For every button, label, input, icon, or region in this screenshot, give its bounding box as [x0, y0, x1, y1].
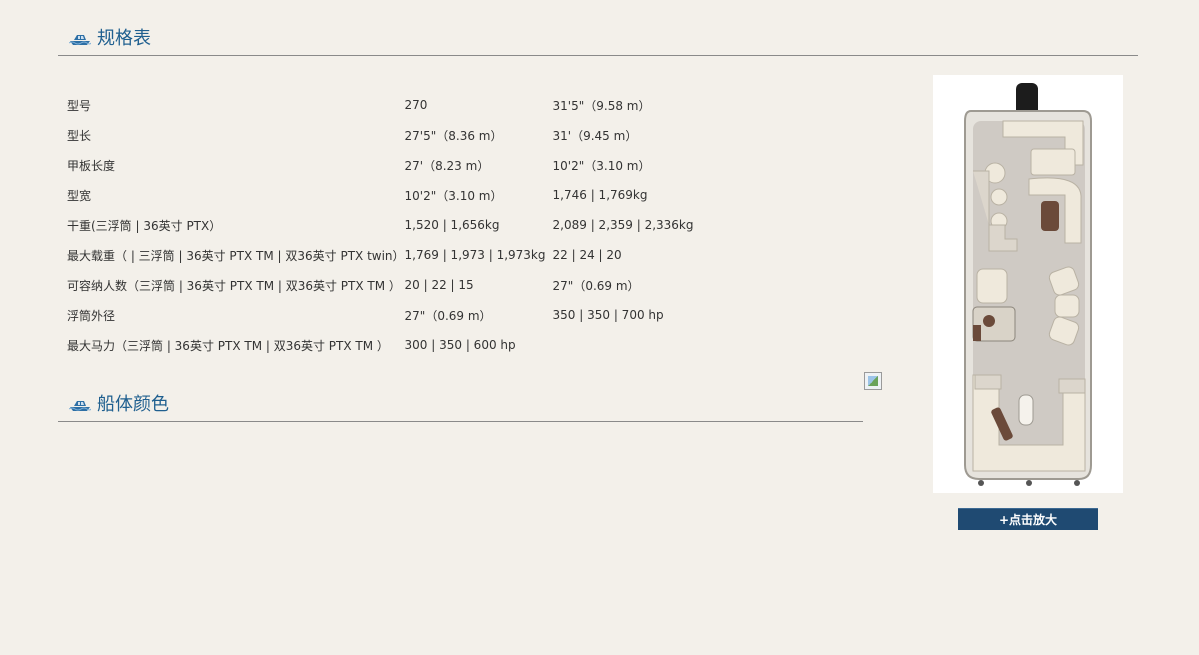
spec-value-b [553, 330, 753, 360]
spec-value-a: 1,769 | 1,973 | 1,973kg [404, 248, 546, 262]
table-row: 型宽 10'2"（3.10 m） 1,746 | 1,769kg [67, 180, 753, 210]
colors-title: 船体颜色 [97, 393, 169, 415]
spec-value-b: 31'5"（9.58 m） [552, 98, 651, 113]
specs-section-header: 规格表 [58, 22, 1138, 56]
spec-value-a: 1,520 | 1,656kg [404, 218, 500, 232]
spec-label: 甲板长度 [67, 158, 116, 173]
table-row: 干重(三浮筒 | 36英寸 PTX） 1,520 | 1,656kg 2,089… [67, 210, 753, 240]
spec-value-b: 27"（0.69 m） [552, 278, 640, 293]
table-row: 甲板长度 27'（8.23 m） 10'2"（3.10 m） [67, 150, 753, 180]
spec-value-b: 350 | 350 | 700 hp [552, 308, 664, 322]
table-row: 最大载重（ | 三浮筒 | 36英寸 PTX TM | 双36英寸 PTX tw… [67, 240, 753, 270]
spec-value-a: 27'5"（8.36 m） [404, 128, 503, 143]
spec-value-b: 31'（9.45 m） [552, 128, 638, 143]
spec-label: 型号 [67, 98, 92, 113]
spec-label: 型宽 [67, 188, 92, 203]
spec-label: 可容纳人数（三浮筒 | 36英寸 PTX TM | 双36英寸 PTX TM ） [67, 278, 401, 293]
spec-value-a: 20 | 22 | 15 [404, 278, 474, 292]
spec-value-b: 10'2"（3.10 m） [552, 158, 651, 173]
colors-section-header: 船体颜色 [58, 388, 863, 422]
table-row: 浮筒外径 27"（0.69 m） 350 | 350 | 700 hp [67, 300, 753, 330]
spec-label: 最大载重（ | 三浮筒 | 36英寸 PTX TM | 双36英寸 PTX tw… [67, 248, 405, 263]
spec-value-a: 10'2"（3.10 m） [404, 188, 503, 203]
table-row: 型长 27'5"（8.36 m） 31'（9.45 m） [67, 120, 753, 150]
zoom-button[interactable]: +点击放大 [958, 508, 1098, 530]
spec-value-b: 22 | 24 | 20 [552, 248, 622, 262]
spec-label: 型长 [67, 128, 92, 143]
spec-value-b: 1,746 | 1,769kg [552, 188, 648, 202]
boat-icon [69, 34, 91, 45]
table-row: 最大马力（三浮筒 | 36英寸 PTX TM | 双36英寸 PTX TM ） … [67, 330, 753, 360]
table-row: 可容纳人数（三浮筒 | 36英寸 PTX TM | 双36英寸 PTX TM ）… [67, 270, 753, 300]
spec-label: 浮筒外径 [67, 308, 116, 323]
boat-icon [69, 400, 91, 411]
spec-value-a: 27'（8.23 m） [404, 158, 490, 173]
spec-value-a: 27"（0.69 m） [404, 308, 492, 323]
table-row: 型号 270 31'5"（9.58 m） [67, 90, 753, 120]
specs-title: 规格表 [97, 27, 151, 49]
spec-value-a: 270 [404, 98, 428, 112]
spec-label: 干重(三浮筒 | 36英寸 PTX） [67, 218, 222, 233]
specs-table: 型号 270 31'5"（9.58 m） 型长 27'5"（8.36 m） 31… [67, 90, 753, 360]
broken-image-icon [864, 372, 882, 390]
spec-value-a: 300 | 350 | 600 hp [404, 338, 516, 352]
boat-floorplan-icon [964, 83, 1092, 486]
boat-layout-image[interactable] [933, 75, 1123, 493]
spec-label: 最大马力（三浮筒 | 36英寸 PTX TM | 双36英寸 PTX TM ） [67, 338, 389, 353]
spec-value-b: 2,089 | 2,359 | 2,336kg [552, 218, 694, 232]
